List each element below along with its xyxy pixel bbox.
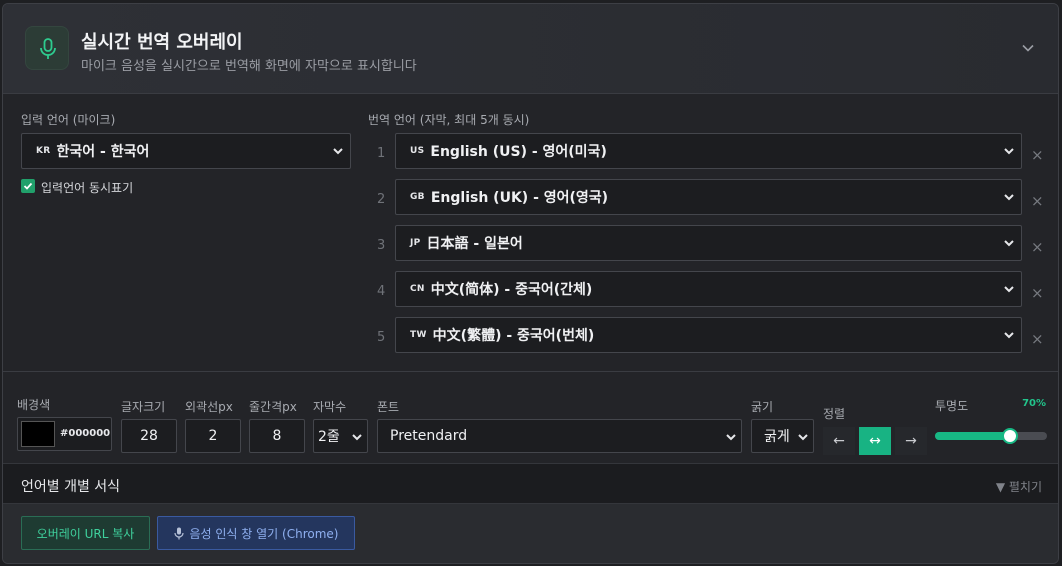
- panel-header[interactable]: 실시간 번역 오버레이 마이크 음성을 실시간으로 번역해 화면에 자막으로 표…: [3, 4, 1058, 94]
- font-select[interactable]: Pretendard: [377, 419, 742, 453]
- translation-language-select-2[interactable]: GB English (UK) - 영어(영국): [395, 179, 1022, 215]
- button-label: 음성 인식 창 열기 (Chrome): [189, 526, 339, 541]
- section-title: 언어별 개별 서식: [21, 479, 121, 495]
- translation-language-select-3[interactable]: JP 日本語 - 일본어: [395, 225, 1022, 261]
- weight-select[interactable]: 굵게: [751, 419, 814, 453]
- outline-input[interactable]: 2: [185, 419, 241, 453]
- language-section: 입력 언어 (마이크) KR 한국어 - 한국어 입력언어 동시표기 번역 언어…: [3, 94, 1058, 372]
- weight-label: 굵기: [751, 400, 774, 414]
- microphone-icon: [173, 527, 184, 539]
- select-value: English (US) - 영어(미국): [430, 144, 607, 160]
- style-toolbar: 배경색 #000000 글자크기 28 외곽선px 2 줄간격px 8 자막수 …: [3, 372, 1058, 463]
- input-language-select[interactable]: KR 한국어 - 한국어: [21, 133, 351, 169]
- page-title: 실시간 번역 오버레이: [81, 32, 243, 53]
- row-number: 2: [377, 192, 386, 207]
- select-value: Pretendard: [390, 428, 468, 444]
- font-size-input[interactable]: 28: [121, 419, 177, 453]
- copy-overlay-url-button[interactable]: 오버레이 URL 복사: [21, 516, 150, 550]
- flag-code: TW: [410, 330, 427, 340]
- check-icon: [23, 182, 33, 190]
- chevron-down-icon: [1004, 194, 1014, 201]
- align-label: 정렬: [823, 407, 846, 421]
- chevron-down-icon[interactable]: [1020, 40, 1036, 56]
- chevron-down-icon: [352, 434, 362, 441]
- select-value: 2줄: [318, 429, 340, 445]
- chevron-down-icon: [1004, 286, 1014, 293]
- row-number: 4: [377, 284, 386, 299]
- select-value: 中文(繁體) - 중국어(번체): [432, 328, 595, 344]
- select-value: 한국어 - 한국어: [56, 144, 150, 160]
- remove-language-button-1[interactable]: ×: [1031, 146, 1044, 164]
- select-value: 中文(简体) - 중국어(간체): [430, 282, 593, 298]
- row-number: 3: [377, 238, 386, 253]
- bg-color-picker[interactable]: #000000: [17, 417, 112, 451]
- chevron-down-icon: [1004, 148, 1014, 155]
- remove-language-button-5[interactable]: ×: [1031, 330, 1044, 348]
- line-gap-input[interactable]: 8: [249, 419, 305, 453]
- row-number: 1: [377, 146, 386, 161]
- bg-color-label: 배경색: [17, 398, 51, 412]
- flag-code: GB: [410, 192, 425, 202]
- select-value: 굵게: [764, 429, 790, 445]
- font-size-label: 글자크기: [121, 400, 166, 414]
- per-language-format-section[interactable]: 언어별 개별 서식 ▼ 펼치기: [3, 463, 1058, 504]
- row-number: 5: [377, 330, 386, 345]
- expand-button[interactable]: ▼ 펼치기: [996, 478, 1042, 495]
- translation-language-select-5[interactable]: TW 中文(繁體) - 중국어(번체): [395, 317, 1022, 353]
- line-gap-label: 줄간격px: [249, 400, 297, 414]
- remove-language-button-2[interactable]: ×: [1031, 192, 1044, 210]
- slider-fill: [935, 432, 1010, 440]
- align-left-button[interactable]: ←: [823, 427, 855, 455]
- align-center-button[interactable]: ↔: [859, 427, 891, 455]
- lines-select[interactable]: 2줄: [313, 419, 368, 453]
- remove-language-button-4[interactable]: ×: [1031, 284, 1044, 302]
- overlay-panel: 실시간 번역 오버레이 마이크 음성을 실시간으로 번역해 화면에 자막으로 표…: [2, 3, 1059, 564]
- show-input-checkbox[interactable]: [21, 179, 35, 193]
- chevron-down-icon: [1004, 240, 1014, 247]
- align-right-button[interactable]: →: [895, 427, 927, 455]
- select-value: English (UK) - 영어(영국): [430, 190, 609, 206]
- translation-language-label: 번역 언어 (자막, 최대 5개 동시): [368, 113, 530, 127]
- font-label: 폰트: [377, 400, 400, 414]
- show-input-label: 입력언어 동시표기: [41, 181, 134, 195]
- mic-badge: [25, 26, 69, 70]
- chevron-down-icon: [798, 434, 808, 441]
- translation-language-select-1[interactable]: US English (US) - 영어(미국): [395, 133, 1022, 169]
- lines-label: 자막수: [313, 400, 347, 414]
- remove-language-button-3[interactable]: ×: [1031, 238, 1044, 256]
- color-swatch: [21, 421, 55, 447]
- bg-color-hex: #000000: [60, 428, 111, 439]
- chevron-down-icon: [333, 148, 343, 155]
- outline-label: 외곽선px: [185, 400, 233, 414]
- flag-code: US: [410, 146, 425, 156]
- microphone-icon: [40, 38, 56, 59]
- page-subtitle: 마이크 음성을 실시간으로 번역해 화면에 자막으로 표시합니다: [81, 59, 417, 74]
- opacity-slider[interactable]: [935, 428, 1047, 444]
- flag-code: CN: [410, 284, 425, 294]
- opacity-value: 70%: [1022, 398, 1046, 409]
- open-recognition-window-button[interactable]: 음성 인식 창 열기 (Chrome): [157, 516, 355, 550]
- chevron-down-icon: [1004, 332, 1014, 339]
- translation-language-select-4[interactable]: CN 中文(简体) - 중국어(간체): [395, 271, 1022, 307]
- slider-handle[interactable]: [1002, 428, 1018, 444]
- input-language-label: 입력 언어 (마이크): [21, 113, 116, 127]
- footer: 오버레이 URL 복사 음성 인식 창 열기 (Chrome): [3, 504, 1058, 563]
- flag-code: JP: [410, 238, 421, 248]
- opacity-label: 투명도: [935, 399, 969, 413]
- select-value: 日本語 - 일본어: [426, 236, 523, 252]
- flag-code: KR: [36, 146, 51, 156]
- chevron-down-icon: [726, 434, 736, 441]
